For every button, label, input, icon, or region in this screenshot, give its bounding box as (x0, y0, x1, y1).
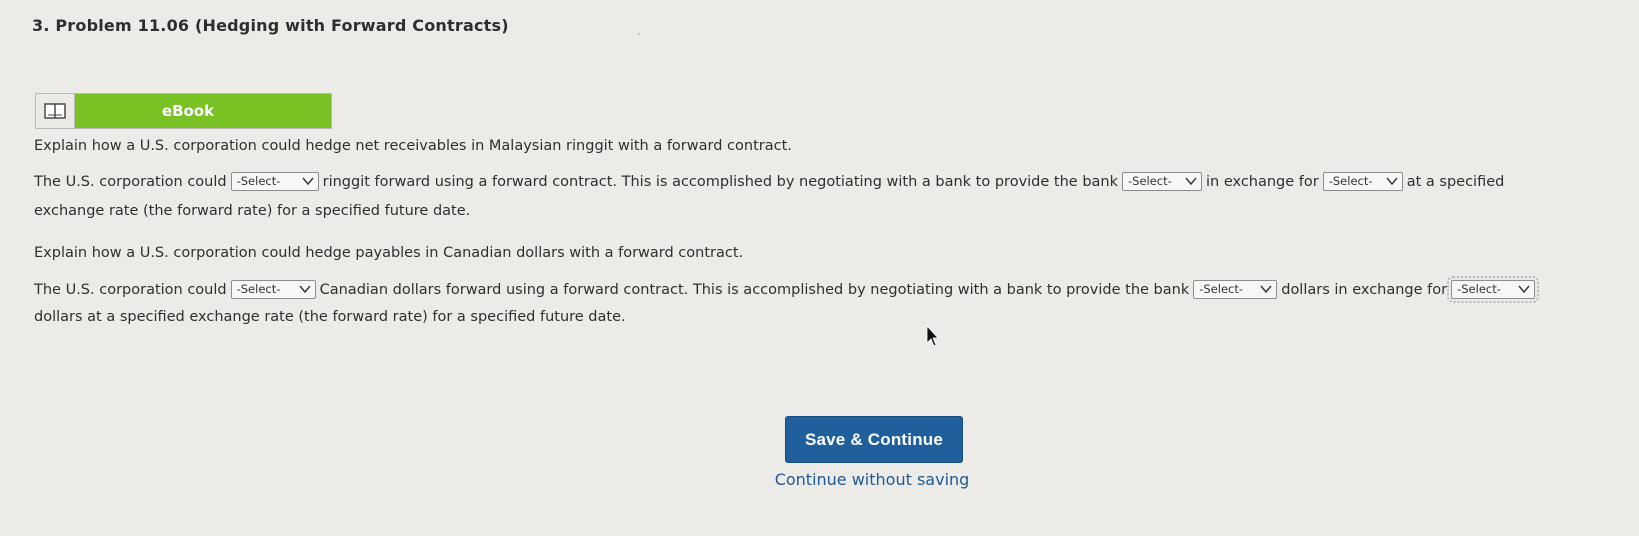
decorative-dot (638, 33, 640, 35)
q2-select-3[interactable]: -Select- (1447, 275, 1540, 303)
book-icon (44, 103, 66, 119)
q1-text-2: ringgit forward using a forward contract… (322, 174, 1118, 190)
ebook-label: eBook (161, 102, 215, 120)
question1-sentence: The U.S. corporation could -Select-ringgi… (34, 171, 1505, 192)
ebook-button[interactable]: eBook (35, 93, 332, 129)
q2-text-2: Canadian dollars forward using a forward… (319, 282, 1190, 298)
q1-select-1-value: -Select- (236, 174, 281, 188)
mouse-cursor-icon (926, 325, 939, 347)
q2-select-2[interactable]: -Select- (1193, 279, 1278, 299)
chevron-down-icon (1260, 285, 1272, 294)
save-continue-button[interactable]: Save & Continue (785, 416, 963, 463)
continue-without-saving-link[interactable]: Continue without saving (752, 470, 992, 489)
chevron-down-icon (299, 285, 311, 294)
q1-select-3-value: -Select- (1328, 174, 1373, 188)
chevron-down-icon (1386, 177, 1398, 186)
q1-text-3: in exchange for (1206, 174, 1319, 190)
question2-sentence: The U.S. corporation could -Select- Canadi… (34, 275, 1540, 303)
question2-line2: dollars at a specified exchange rate (th… (34, 309, 626, 325)
question2-prompt: Explain how a U.S. corporation could hed… (34, 245, 744, 261)
question1-prompt: Explain how a U.S. corporation could hed… (34, 138, 792, 154)
q1-select-2-value: -Select- (1128, 174, 1172, 188)
q2-text-3: dollars in exchange for (1281, 282, 1448, 298)
q2-select-1[interactable]: -Select- (230, 279, 316, 299)
problem-title: 3. Problem 11.06 (Hedging with Forward C… (32, 16, 509, 35)
chevron-down-icon (1518, 285, 1530, 294)
q1-text-4: at a specified (1406, 174, 1505, 190)
q1-select-2[interactable]: -Select- (1122, 171, 1202, 191)
q2-select-2-value: -Select- (1199, 282, 1244, 296)
question1-line2: exchange rate (the forward rate) for a s… (34, 203, 471, 219)
q2-text-1: The U.S. corporation could (34, 282, 227, 298)
q1-select-1[interactable]: -Select- (230, 171, 319, 191)
q1-text-1: The U.S. corporation could (34, 174, 227, 190)
chevron-down-icon (302, 177, 314, 186)
q2-select-1-value: -Select- (236, 282, 281, 296)
chevron-down-icon (1185, 177, 1197, 186)
q1-select-3[interactable]: -Select- (1322, 171, 1403, 191)
q2-select-3-value: -Select- (1457, 282, 1501, 296)
ebook-icon-box (36, 94, 75, 128)
